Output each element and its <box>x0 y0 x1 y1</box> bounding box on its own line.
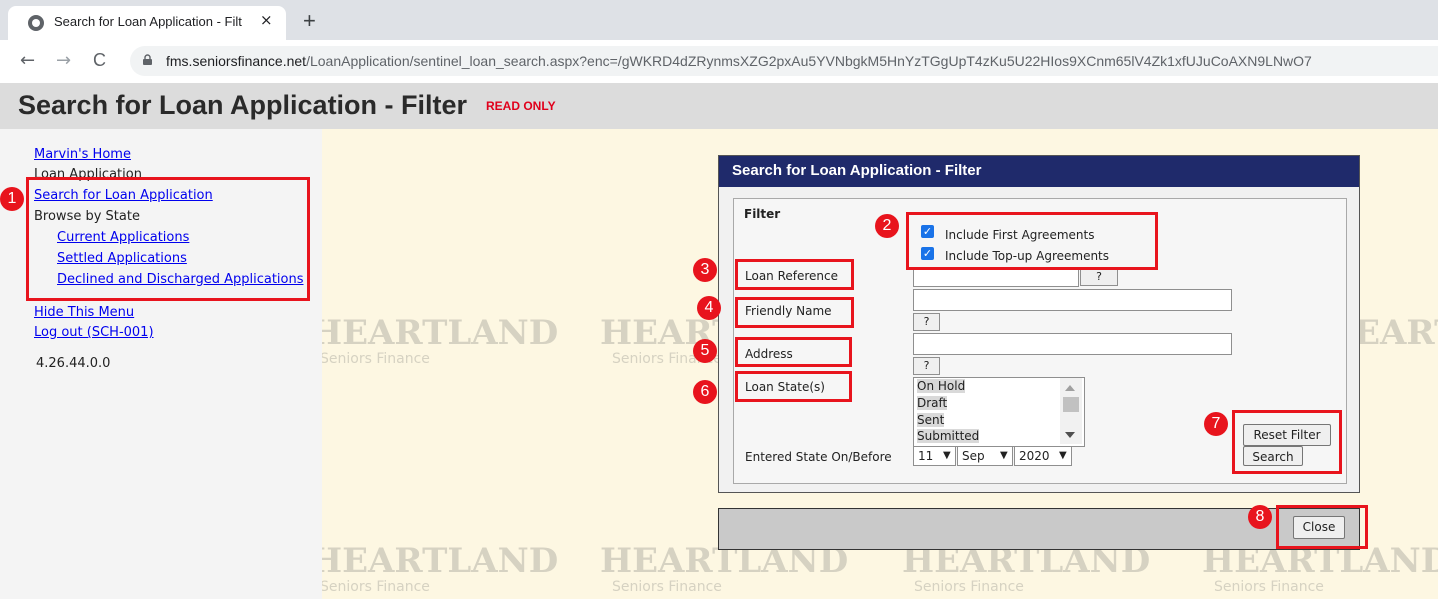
day-value: 11 <box>918 449 934 463</box>
watermark-tagline: Seniors Finance <box>612 579 722 595</box>
back-arrow-icon[interactable]: ← <box>20 50 35 71</box>
lock-icon <box>143 54 152 65</box>
year-select[interactable]: 2020 ▼ <box>1014 446 1072 466</box>
annotation-box-5 <box>735 337 852 367</box>
month-value: Sep <box>962 449 985 463</box>
chevron-down-icon: ▼ <box>1000 450 1008 461</box>
read-only-badge: READ ONLY <box>486 99 556 113</box>
browser-tab[interactable]: Search for Loan Application - Filt × <box>8 6 286 40</box>
tab-close-icon[interactable]: × <box>260 11 273 29</box>
globe-icon <box>28 15 44 31</box>
annotation-box-1 <box>26 177 310 301</box>
watermark-logo: HEARTLAND <box>322 541 559 581</box>
new-tab-button[interactable]: + <box>303 8 316 34</box>
annotation-box-2 <box>906 212 1158 270</box>
annotation-badge-3: 3 <box>693 258 717 282</box>
address-help-button[interactable]: ? <box>913 357 940 375</box>
scroll-down-icon[interactable] <box>1065 432 1075 438</box>
url-text: fms.seniorsfinance.net/LoanApplication/s… <box>166 53 1312 69</box>
month-select[interactable]: Sep ▼ <box>957 446 1013 466</box>
url-domain: fms.seniorsfinance.net <box>166 53 307 69</box>
watermark-tagline: Seniors Finance <box>322 579 430 595</box>
entered-state-label: Entered State On/Before <box>745 450 892 464</box>
watermark-tagline: Seniors Finance <box>322 351 430 367</box>
annotation-box-3 <box>735 259 854 290</box>
dialog-title: Search for Loan Application - Filter <box>732 162 982 179</box>
annotation-badge-6: 6 <box>693 380 717 404</box>
loan-reference-input[interactable] <box>913 267 1079 287</box>
tab-title: Search for Loan Application - Filt <box>54 14 242 29</box>
annotation-badge-2: 2 <box>875 214 899 238</box>
annotation-box-6 <box>735 371 852 402</box>
address-input[interactable] <box>913 333 1232 355</box>
day-select[interactable]: 11 ▼ <box>913 446 956 466</box>
sidebar-link-hide-menu[interactable]: Hide This Menu <box>34 305 134 320</box>
watermark-logo: HEARTLAND <box>322 313 559 353</box>
page-title: Search for Loan Application - Filter <box>18 90 468 120</box>
loan-state-option[interactable]: Submitted <box>917 429 980 443</box>
scroll-up-icon[interactable] <box>1065 385 1075 391</box>
annotation-badge-1: 1 <box>0 187 24 211</box>
filter-label: Filter <box>744 207 781 221</box>
watermark-tagline: Seniors Finance <box>914 579 1024 595</box>
chevron-down-icon: ▼ <box>943 450 951 461</box>
forward-arrow-icon[interactable]: → <box>56 50 71 71</box>
sidebar-link-logout[interactable]: Log out (SCH-001) <box>34 325 154 340</box>
friendly-name-help-button[interactable]: ? <box>913 313 940 331</box>
annotation-box-4 <box>735 297 854 328</box>
annotation-badge-8: 8 <box>1248 505 1272 529</box>
annotation-badge-5: 5 <box>693 339 717 363</box>
loan-reference-help-button[interactable]: ? <box>1080 268 1118 286</box>
loan-state-option[interactable]: Draft <box>917 396 948 410</box>
loan-state-option[interactable]: On Hold <box>917 379 966 393</box>
year-value: 2020 <box>1019 449 1050 463</box>
annotation-badge-7: 7 <box>1204 412 1228 436</box>
watermark-tagline: Seniors Finance <box>1214 579 1324 595</box>
sidebar-link-home[interactable]: Marvin's Home <box>34 147 131 162</box>
version-text: 4.26.44.0.0 <box>36 356 111 371</box>
chevron-down-icon: ▼ <box>1059 450 1067 461</box>
annotation-box-8 <box>1276 505 1368 549</box>
scrollbar-thumb[interactable] <box>1063 397 1079 412</box>
url-path: /LoanApplication/sentinel_loan_search.as… <box>306 53 1312 69</box>
reload-icon[interactable]: C <box>93 50 106 71</box>
annotation-badge-4: 4 <box>697 296 721 320</box>
friendly-name-input[interactable] <box>913 289 1232 311</box>
annotation-box-7 <box>1232 410 1342 474</box>
loan-state-option[interactable]: Sent <box>917 413 945 427</box>
